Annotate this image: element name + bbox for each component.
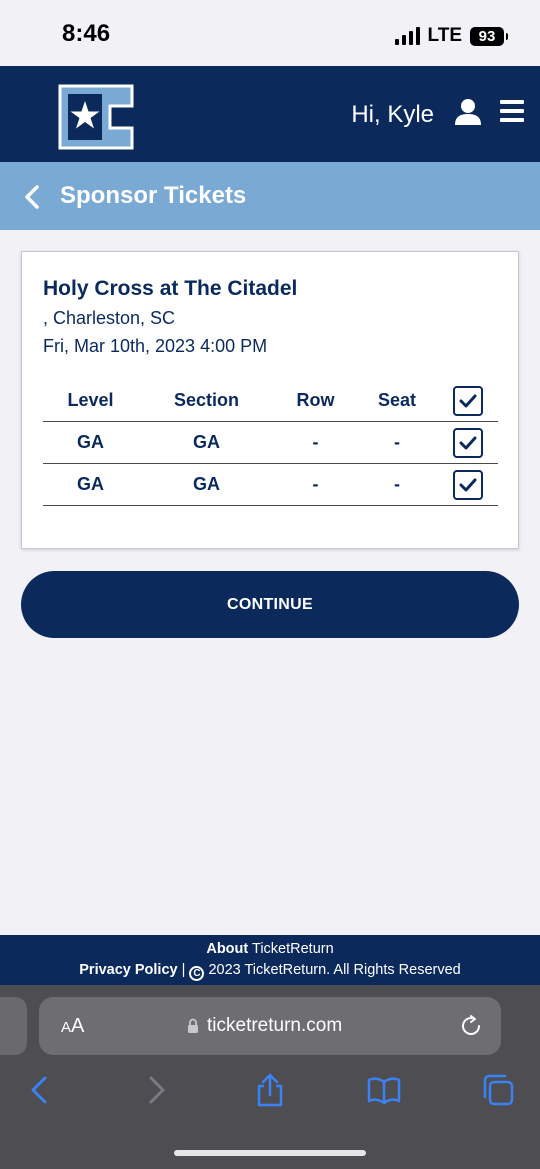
ticket-select-cell <box>438 469 498 500</box>
hamburger-menu-icon[interactable] <box>500 100 524 122</box>
previous-tab-preview[interactable] <box>0 997 27 1055</box>
footer-legal: Privacy Policy | C 2023 TicketReturn. Al… <box>0 962 540 981</box>
status-time: 8:46 <box>62 20 111 47</box>
ticket-checkbox[interactable] <box>453 469 483 500</box>
ticket-level: GA <box>77 432 104 452</box>
cellular-signal-icon <box>394 27 420 45</box>
column-header-section: Section <box>173 390 239 410</box>
reload-icon[interactable] <box>459 1014 483 1038</box>
ticket-select-cell <box>438 427 498 458</box>
status-indicators: LTE 93 <box>394 24 508 48</box>
ticket-row: - <box>312 432 319 452</box>
event-date: Fri, Mar 10th, 2023 4:00 PM <box>43 336 268 356</box>
table-header-row: Level Section Row Seat <box>43 380 498 422</box>
column-header-row: Row <box>296 390 335 410</box>
copyright-text: 2023 TicketReturn. All Rights Reserved <box>208 962 461 978</box>
network-type: LTE <box>427 25 462 46</box>
text-size-button[interactable]: AA <box>61 1015 84 1038</box>
url-text: ticketreturn.com <box>207 1015 343 1036</box>
share-icon[interactable] <box>253 1073 287 1107</box>
select-all-checkbox[interactable] <box>453 385 483 416</box>
browser-toolbar: AA ticketreturn.com <box>0 985 540 1169</box>
about-company: TicketReturn <box>252 941 334 957</box>
copyright-icon: C <box>189 966 205 981</box>
citadel-logo-icon[interactable] <box>58 84 134 150</box>
checkmark-icon <box>459 478 477 491</box>
address-bar[interactable]: AA ticketreturn.com <box>39 997 501 1055</box>
ticket-checkbox[interactable] <box>453 427 483 458</box>
event-title: Holy Cross at The Citadel <box>43 277 298 300</box>
home-indicator <box>174 1150 366 1156</box>
page-title-bar: Sponsor Tickets <box>0 162 540 230</box>
site-footer: About TicketReturn Privacy Policy | C 20… <box>0 935 540 985</box>
forward-arrow-icon[interactable] <box>139 1073 173 1107</box>
ticket-level: GA <box>77 474 104 494</box>
user-icon[interactable] <box>454 98 482 126</box>
ticket-table: Level Section Row Seat GA GA - - GA GA -… <box>43 380 498 506</box>
user-greeting: Hi, Kyle <box>351 101 434 128</box>
bookmarks-icon[interactable] <box>367 1073 401 1107</box>
column-header-seat: Seat <box>377 390 417 410</box>
ticket-section: GA <box>193 474 220 494</box>
lock-icon <box>188 1018 198 1033</box>
footer-about: About TicketReturn <box>0 941 540 957</box>
page-title: Sponsor Tickets <box>60 182 247 209</box>
checkmark-icon <box>459 394 477 407</box>
event-ticket-card: Holy Cross at The Citadel , Charleston, … <box>21 251 519 549</box>
column-header-level: Level <box>67 390 114 410</box>
battery-icon: 93 <box>470 26 508 46</box>
checkmark-icon <box>459 436 477 449</box>
ticket-row: - <box>312 474 319 494</box>
select-all-cell <box>438 385 498 416</box>
text-size-large-a: A <box>71 1015 85 1037</box>
table-row: GA GA - - <box>43 422 498 464</box>
text-size-small-a: A <box>61 1019 72 1036</box>
ticket-section: GA <box>193 432 220 452</box>
ticket-seat: - <box>394 432 400 452</box>
status-bar: 8:46 LTE 93 <box>0 0 540 66</box>
event-location: , Charleston, SC <box>43 308 176 328</box>
ticket-seat: - <box>394 474 400 494</box>
table-row: GA GA - - <box>43 464 498 506</box>
app-header: Hi, Kyle <box>0 66 540 162</box>
tabs-icon[interactable] <box>481 1073 515 1107</box>
about-link[interactable]: About <box>206 941 248 957</box>
privacy-policy-link[interactable]: Privacy Policy <box>79 962 177 978</box>
continue-button[interactable]: CONTINUE <box>21 571 519 638</box>
back-arrow-icon[interactable] <box>23 1073 57 1107</box>
back-chevron-icon[interactable] <box>22 184 42 210</box>
footer-separator: | <box>181 962 186 978</box>
